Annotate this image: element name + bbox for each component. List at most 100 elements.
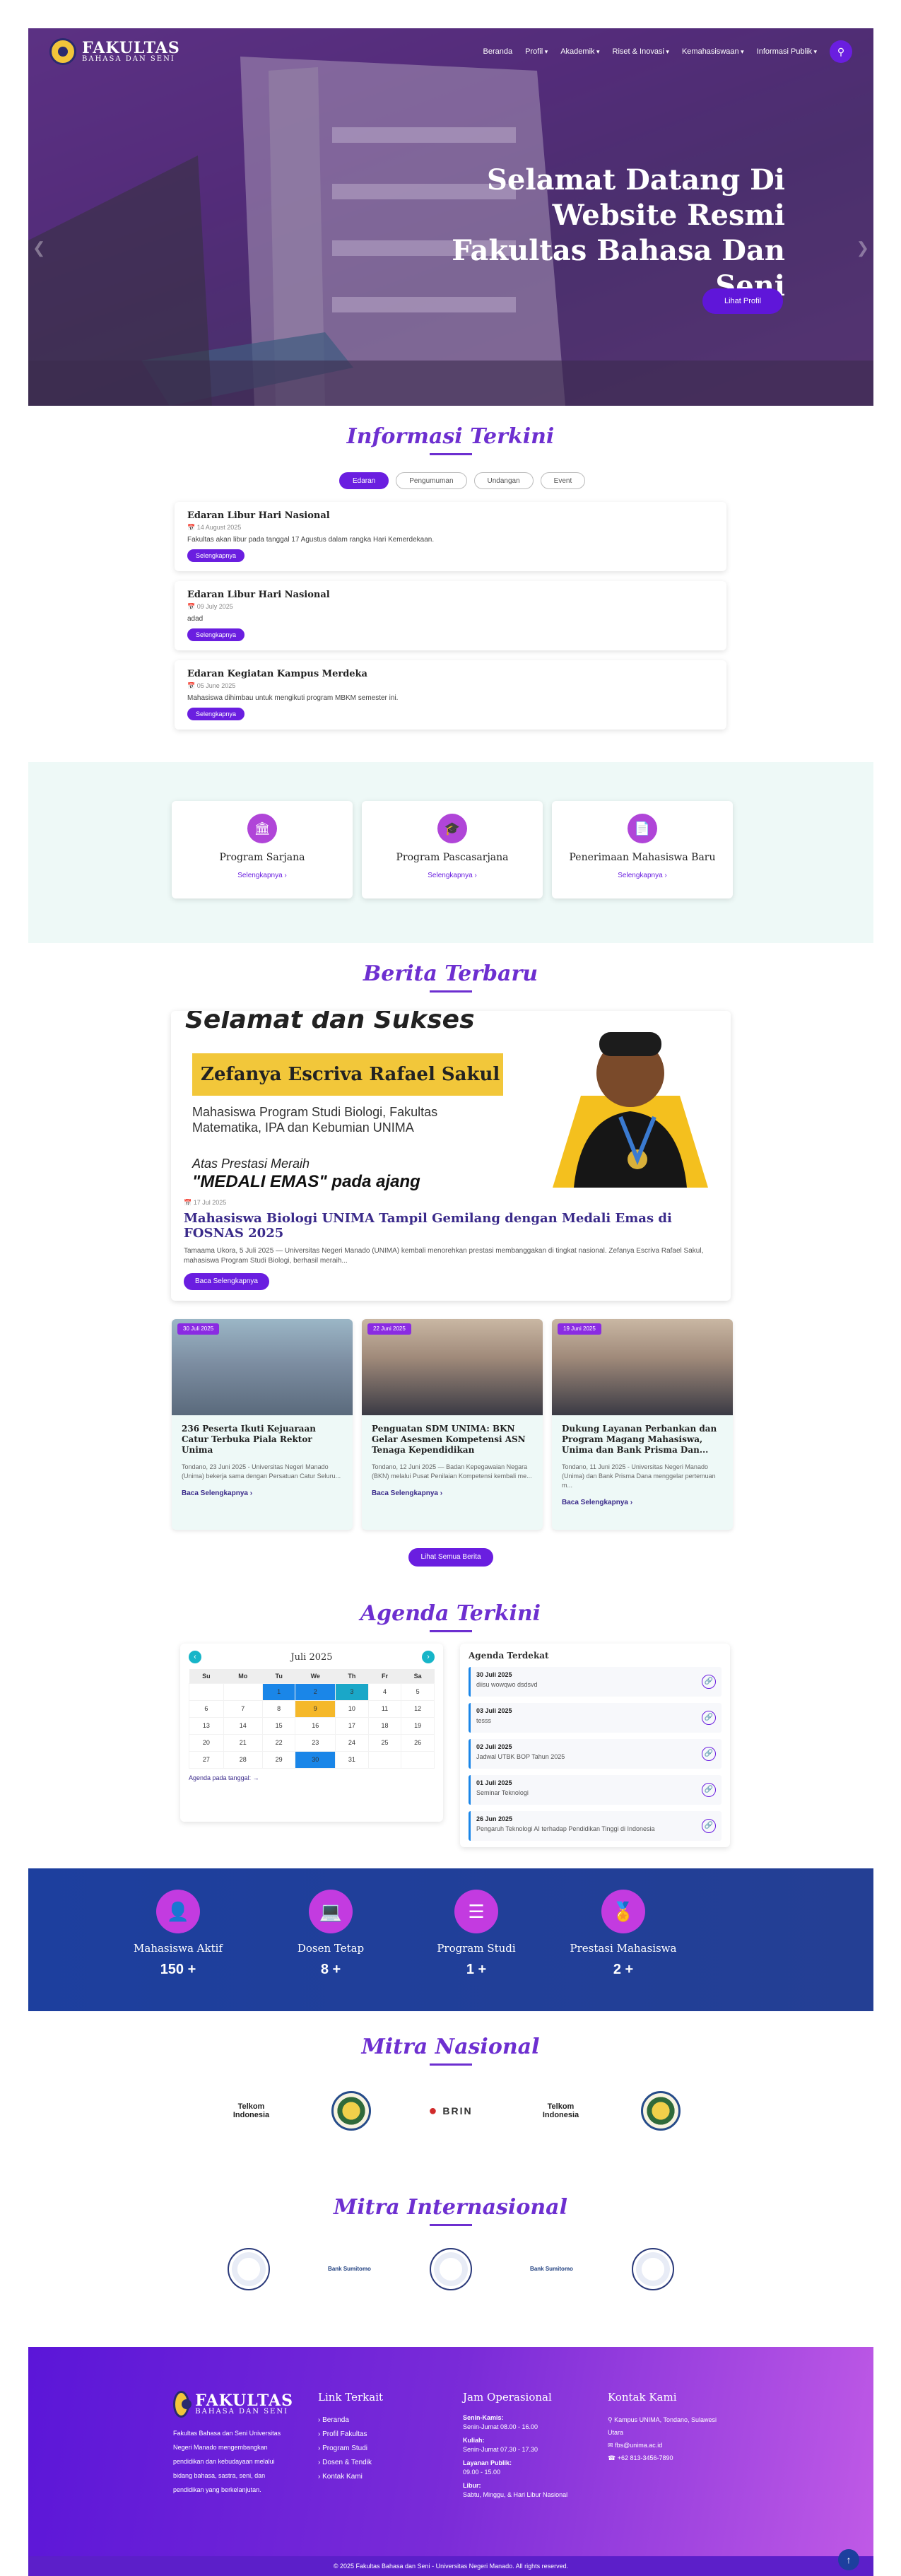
slider-prev-icon[interactable]: ❮ [33,239,45,257]
nav-item-akademik[interactable]: Akademik [560,47,599,56]
partner-logo-telkom[interactable]: Telkom Indonesia [531,2091,591,2131]
news-image[interactable]: 30 Juli 2025 [172,1319,353,1415]
nav-item-kemahasiswaan[interactable]: Kemahasiswaan [682,47,744,56]
calendar-next-icon[interactable]: › [422,1651,435,1663]
partner-seal-icon[interactable] [429,2248,472,2290]
back-to-top-icon[interactable]: ↑ [838,2549,859,2570]
agenda-item[interactable]: 26 Jun 2025 Pengaruh Teknologi AI terhad… [469,1811,722,1841]
calendar-day[interactable]: 23 [295,1733,336,1752]
partner-logo-telkom[interactable]: Telkom Indonesia [221,2091,282,2131]
program-card-pascasarjana[interactable]: 🎓 Program Pascasarjana Selengkapnya › [362,801,543,898]
partner-seal-icon[interactable] [640,2091,681,2131]
partner-seal-icon[interactable] [227,2248,270,2290]
calendar-day[interactable]: 3 [335,1682,369,1701]
calendar-day[interactable]: 28 [223,1750,263,1769]
news-title[interactable]: Dukung Layanan Perbankan dan Program Mag… [562,1424,723,1456]
contact-phone[interactable]: ☎ +62 813-3456-7890 [608,2452,728,2464]
calendar-day[interactable]: 24 [335,1733,369,1752]
read-more-button[interactable]: Baca Selengkapnya [184,1273,269,1290]
calendar-day[interactable]: 19 [401,1716,435,1735]
slider-next-icon[interactable]: ❯ [856,239,869,257]
link-icon[interactable]: 🔗 [702,1747,716,1761]
calendar-day[interactable]: 30 [295,1750,336,1769]
calendar-day[interactable]: 31 [335,1750,369,1769]
contact-email[interactable]: ✉ fbs@unima.ac.id [608,2439,728,2452]
calendar-day[interactable]: 10 [335,1699,369,1718]
partner-seal-icon[interactable] [631,2248,674,2290]
calendar-day[interactable]: 13 [189,1716,224,1735]
info-item-more-button[interactable]: Selengkapnya [187,549,245,562]
calendar-day[interactable]: 11 [367,1699,402,1718]
news-image[interactable]: 22 Juni 2025 [362,1319,543,1415]
all-news-button[interactable]: Lihat Semua Berita [408,1548,493,1567]
news-read-more-link[interactable]: Baca Selengkapnya › [372,1489,533,1497]
link-icon[interactable]: 🔗 [702,1783,716,1797]
featured-news-title[interactable]: Mahasiswa Biologi UNIMA Tampil Gemilang … [184,1211,718,1241]
partner-logo-brin[interactable]: ● BRIN [420,2091,481,2131]
footer-link[interactable]: Beranda [318,2413,438,2428]
calendar-day[interactable]: 16 [295,1716,336,1735]
footer-link[interactable]: Kontak Kami [318,2470,438,2484]
calendar-day[interactable]: 7 [223,1699,263,1718]
calendar-day[interactable]: 14 [223,1716,263,1735]
news-read-more-link[interactable]: Baca Selengkapnya › [182,1489,343,1497]
program-card-sarjana[interactable]: 🏛 Program Sarjana Selengkapnya › [172,801,353,898]
info-item-more-button[interactable]: Selengkapnya [187,708,245,720]
calendar-day[interactable]: 6 [189,1699,224,1718]
calendar-day[interactable]: 4 [367,1682,402,1701]
nav-item-riset[interactable]: Riset & Inovasi [613,47,669,56]
calendar-day[interactable]: 20 [189,1733,224,1752]
partner-logo-bank[interactable]: Bank Sumitomo [319,2249,380,2289]
calendar-day[interactable]: 27 [189,1750,224,1769]
calendar-day[interactable]: 5 [401,1682,435,1701]
link-icon[interactable]: 🔗 [702,1711,716,1725]
agenda-item[interactable]: 02 Juli 2025 Jadwal UTBK BOP Tahun 2025 … [469,1739,722,1769]
calendar-agenda-link[interactable]: Agenda pada tanggal: → [189,1774,435,1781]
site-logo[interactable]: FAKULTAS BAHASA DAN SENI [49,38,180,65]
program-card-pmb[interactable]: 📄 Penerimaan Mahasiswa Baru Selengkapnya… [552,801,733,898]
nav-item-profil[interactable]: Profil [525,47,548,56]
calendar-day[interactable]: 9 [295,1699,336,1718]
calendar-day[interactable]: 26 [401,1733,435,1752]
calendar-day[interactable]: 21 [223,1733,263,1752]
agenda-item[interactable]: 01 Juli 2025 Seminar Teknologi 🔗 [469,1775,722,1805]
news-title[interactable]: Penguatan SDM UNIMA: BKN Gelar Asesmen K… [372,1424,533,1456]
hero-profile-button[interactable]: Lihat Profil [702,288,783,314]
program-link[interactable]: Selengkapnya › [362,872,543,879]
tab-undangan[interactable]: Undangan [473,472,534,489]
partner-seal-icon[interactable] [331,2091,371,2131]
calendar-day[interactable]: 12 [401,1699,435,1718]
search-icon[interactable]: ⚲ [830,40,852,63]
calendar-day[interactable]: 25 [367,1733,402,1752]
nav-item-beranda[interactable]: Beranda [483,47,513,56]
program-link[interactable]: Selengkapnya › [172,872,353,879]
info-item-more-button[interactable]: Selengkapnya [187,628,245,641]
calendar-prev-icon[interactable]: ‹ [189,1651,201,1663]
footer-link[interactable]: Profil Fakultas [318,2428,438,2442]
tab-pengumuman[interactable]: Pengumuman [396,472,467,489]
title-underline [429,453,472,455]
tab-event[interactable]: Event [540,472,586,489]
calendar-day[interactable]: 1 [261,1682,296,1701]
footer-link[interactable]: Program Studi [318,2442,438,2456]
partner-logo-bank[interactable]: Bank Sumitomo [522,2249,582,2289]
nav-item-informasi-publik[interactable]: Informasi Publik [757,47,817,56]
calendar-day[interactable]: 29 [261,1750,296,1769]
link-icon[interactable]: 🔗 [702,1819,716,1833]
program-link[interactable]: Selengkapnya › [552,872,733,879]
tab-edaran[interactable]: Edaran [339,472,389,489]
calendar-day[interactable]: 2 [295,1682,336,1701]
calendar-day[interactable]: 17 [335,1716,369,1735]
calendar-day[interactable]: 22 [261,1733,296,1752]
news-read-more-link[interactable]: Baca Selengkapnya › [562,1499,723,1506]
footer-link[interactable]: Dosen & Tendik [318,2456,438,2470]
calendar-day[interactable]: 8 [261,1699,296,1718]
calendar-day[interactable]: 15 [261,1716,296,1735]
agenda-item[interactable]: 30 Juli 2025 diisu wowqwo dsdsvd 🔗 [469,1667,722,1697]
featured-news-image[interactable]: Selamat dan Sukses Zefanya Escriva Rafae… [171,1011,731,1191]
news-image[interactable]: 19 Juni 2025 [552,1319,733,1415]
news-title[interactable]: 236 Peserta Ikuti Kejuaraan Catur Terbuk… [182,1424,343,1456]
link-icon[interactable]: 🔗 [702,1675,716,1689]
calendar-day[interactable]: 18 [367,1716,402,1735]
agenda-item[interactable]: 03 Juli 2025 tesss 🔗 [469,1703,722,1733]
